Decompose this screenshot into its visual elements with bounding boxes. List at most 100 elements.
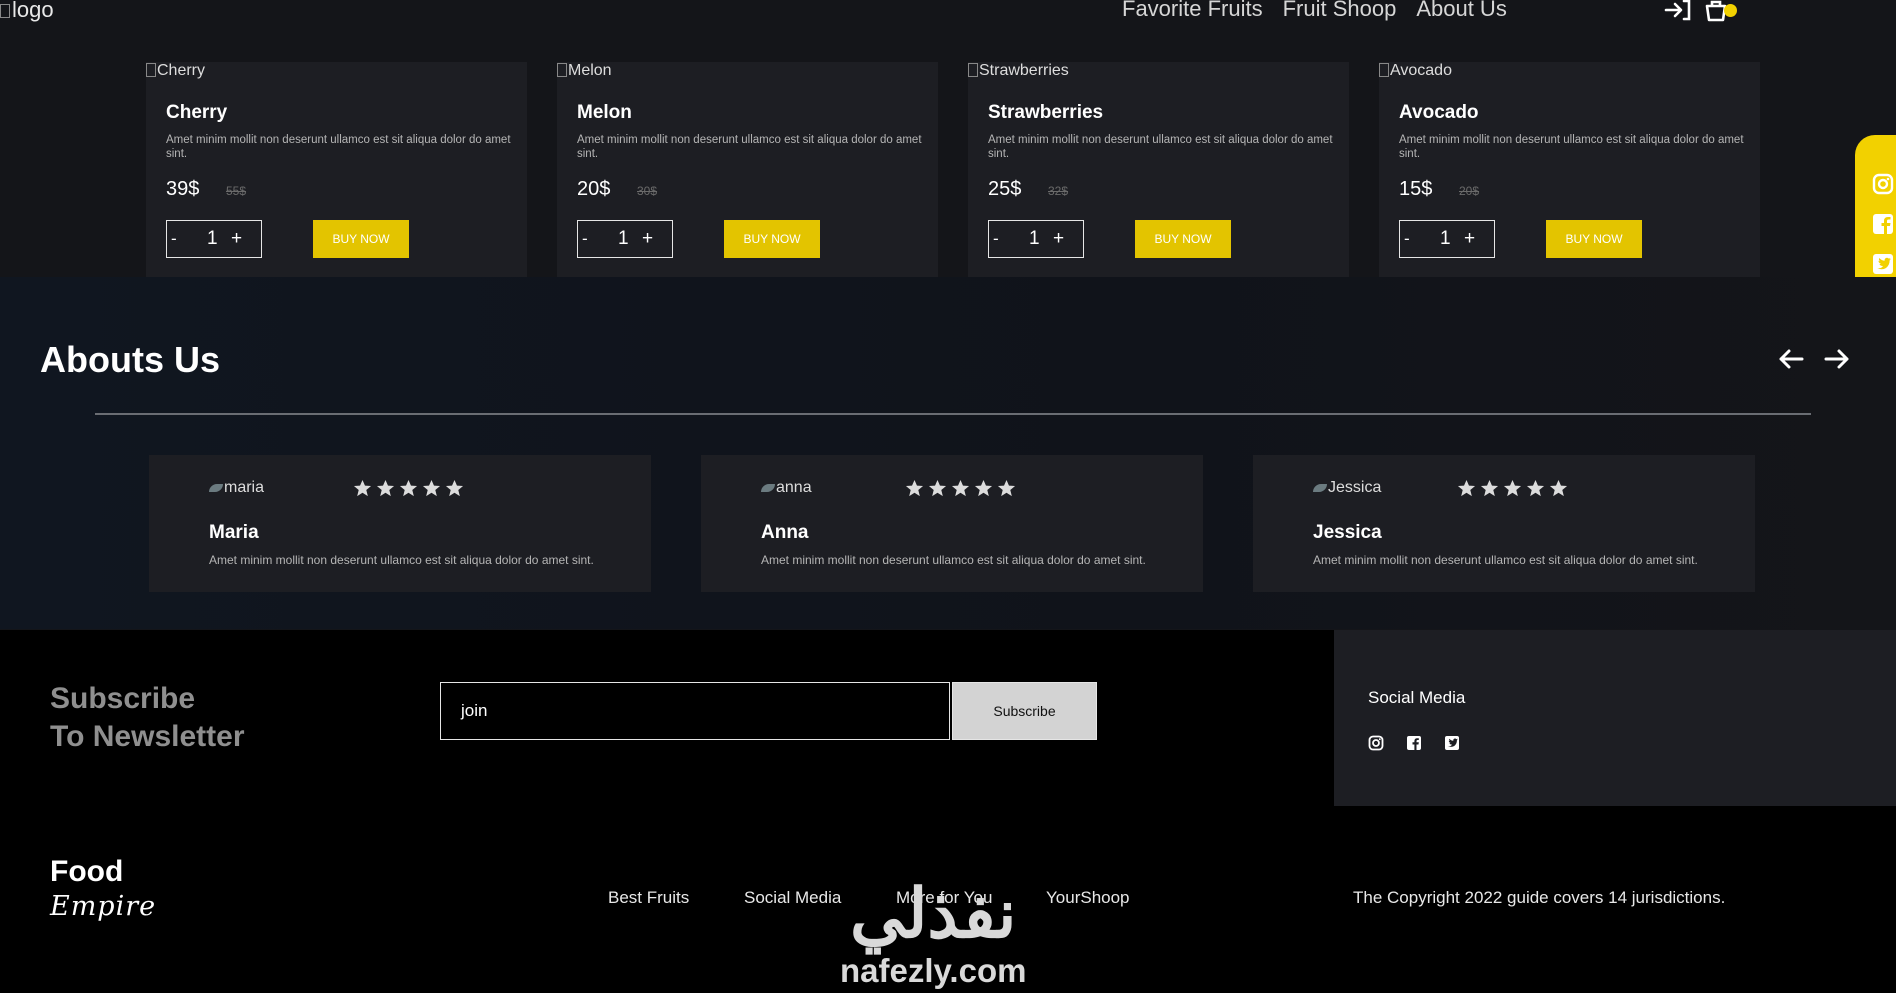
product-name: Melon <box>577 102 632 123</box>
login-icon[interactable] <box>1664 0 1692 22</box>
star-icon <box>422 479 441 497</box>
footer: Subscribe To Newsletter join Subscribe S… <box>0 630 1896 993</box>
product-image: Strawberries <box>968 62 1069 80</box>
product-price: 39$ <box>166 178 200 200</box>
twitter-icon[interactable] <box>1872 253 1894 275</box>
star-icon <box>1526 479 1545 497</box>
product-image: Cherry <box>146 62 205 80</box>
product-old-price: 20$ <box>1459 184 1480 198</box>
broken-image-icon <box>1313 484 1327 492</box>
avatar-alt: Jessica <box>1328 479 1382 496</box>
review-card: maria Maria Amet minim mollit non deseru… <box>149 455 651 592</box>
instagram-icon[interactable] <box>1872 173 1894 195</box>
decrement-button[interactable]: - <box>171 229 185 249</box>
decrement-button[interactable]: - <box>582 229 596 249</box>
reviewer-name: Maria <box>209 522 259 543</box>
nav-fruit-shoop[interactable]: Fruit Shoop <box>1283 0 1397 22</box>
increment-button[interactable]: + <box>1464 228 1475 250</box>
product-image: Avocado <box>1379 62 1452 80</box>
product-price: 20$ <box>577 178 611 200</box>
subscribe-button[interactable]: Subscribe <box>952 682 1097 740</box>
product-description: Amet minim mollit non deserunt ullamco e… <box>988 134 1333 160</box>
instagram-icon[interactable] <box>1368 735 1384 751</box>
footer-link-social-media[interactable]: Social Media <box>744 888 841 908</box>
logo[interactable]: logo <box>0 0 54 23</box>
product-old-price: 32$ <box>1048 184 1069 198</box>
buy-now-button[interactable]: BUY NOW <box>1546 220 1642 258</box>
divider <box>95 413 1811 415</box>
product-image-alt: Avocado <box>1390 62 1452 79</box>
product-image-alt: Melon <box>568 62 612 79</box>
twitter-icon[interactable] <box>1444 735 1460 751</box>
star-icon <box>951 479 970 497</box>
star-rating <box>905 479 1016 498</box>
main-nav: Favorite Fruits Fruit Shoop About Us <box>1122 0 1507 22</box>
product-image: Melon <box>557 62 612 80</box>
newsletter-title-line-1: Subscribe <box>50 682 196 715</box>
increment-button[interactable]: + <box>1053 228 1064 250</box>
product-list: Cherry Cherry Amet minim mollit non dese… <box>146 62 1760 277</box>
footer-social-box: Social Media <box>1334 630 1896 806</box>
star-icon <box>399 479 418 497</box>
star-icon <box>928 479 947 497</box>
decrement-button[interactable]: - <box>1404 229 1418 249</box>
avatar: Jessica <box>1313 479 1381 497</box>
buy-now-button[interactable]: BUY NOW <box>724 220 820 258</box>
product-name: Avocado <box>1399 102 1479 123</box>
broken-image-icon <box>209 484 223 492</box>
star-rating <box>353 479 464 498</box>
product-old-price: 55$ <box>226 184 247 198</box>
increment-button[interactable]: + <box>231 228 242 250</box>
product-price: 25$ <box>988 178 1022 200</box>
product-image-alt: Strawberries <box>979 62 1069 79</box>
broken-image-icon <box>968 63 978 77</box>
quantity-stepper: - 1 + <box>577 220 673 258</box>
review-text: Amet minim mollit non deserunt ullamco e… <box>1313 553 1698 567</box>
star-icon <box>974 479 993 497</box>
nav-about-us[interactable]: About Us <box>1416 0 1507 22</box>
buy-now-button[interactable]: BUY NOW <box>313 220 409 258</box>
product-price: 15$ <box>1399 178 1433 200</box>
star-icon <box>1503 479 1522 497</box>
decrement-button[interactable]: - <box>993 229 1007 249</box>
product-image-alt: Cherry <box>157 62 206 79</box>
copyright-text: The Copyright 2022 guide covers 14 juris… <box>1353 888 1726 907</box>
star-icon <box>905 479 924 497</box>
facebook-icon[interactable] <box>1872 213 1894 235</box>
about-section: Abouts Us maria Maria Amet minim mollit … <box>0 277 1896 629</box>
newsletter-email-input[interactable]: join <box>440 682 950 740</box>
facebook-icon[interactable] <box>1406 735 1422 751</box>
nav-favorite-fruits[interactable]: Favorite Fruits <box>1122 0 1263 22</box>
brand-name: Food <box>50 855 124 888</box>
product-old-price: 30$ <box>637 184 658 198</box>
star-icon <box>1457 479 1476 497</box>
logo-alt-text: logo <box>12 0 54 22</box>
star-icon <box>353 479 372 497</box>
quantity-stepper: - 1 + <box>1399 220 1495 258</box>
quantity-stepper: - 1 + <box>988 220 1084 258</box>
product-card: Melon Melon Amet minim mollit non deseru… <box>557 62 938 277</box>
page: logo Favorite Fruits Fruit Shoop About U… <box>0 0 1896 993</box>
buy-now-button[interactable]: BUY NOW <box>1135 220 1231 258</box>
footer-brand[interactable]: Food Empire <box>50 855 156 922</box>
review-text: Amet minim mollit non deserunt ullamco e… <box>761 553 1146 567</box>
avatar: anna <box>761 479 812 497</box>
broken-image-icon <box>0 4 10 18</box>
review-list: maria Maria Amet minim mollit non deseru… <box>149 455 1755 592</box>
broken-image-icon <box>557 63 567 77</box>
broken-image-icon <box>146 63 156 77</box>
arrow-left-icon[interactable] <box>1778 348 1804 370</box>
avatar-alt: maria <box>224 479 265 496</box>
arrow-right-icon[interactable] <box>1824 348 1850 370</box>
product-description: Amet minim mollit non deserunt ullamco e… <box>166 134 511 160</box>
footer-link-yourshoop[interactable]: YourShoop <box>1046 888 1130 908</box>
footer-link-best-fruits[interactable]: Best Fruits <box>608 888 689 908</box>
social-media-title: Social Media <box>1368 688 1466 707</box>
star-icon <box>1549 479 1568 497</box>
newsletter-title: Subscribe To Newsletter <box>50 680 245 756</box>
increment-button[interactable]: + <box>642 228 653 250</box>
brand-tagline: Empire <box>50 891 157 922</box>
watermark: نفذلي nafezly.com <box>840 880 1026 990</box>
review-text: Amet minim mollit non deserunt ullamco e… <box>209 553 594 567</box>
star-icon <box>376 479 395 497</box>
